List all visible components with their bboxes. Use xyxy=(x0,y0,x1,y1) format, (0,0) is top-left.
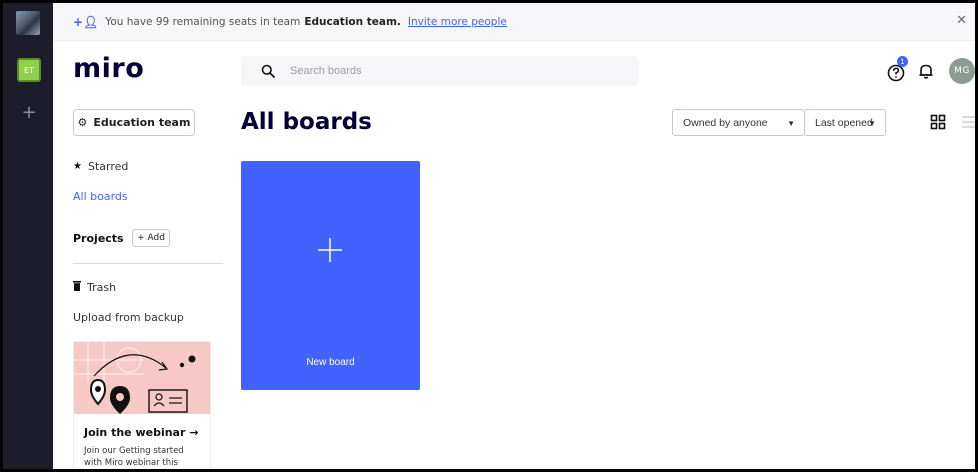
webinar-title[interactable]: Join the webinar → xyxy=(84,426,198,439)
sort-select[interactable]: Last opened ▼ xyxy=(804,109,886,136)
new-board-card[interactable]: New board xyxy=(241,161,420,390)
owner-filter-value: Owned by anyone xyxy=(683,116,768,129)
sort-value: Last opened xyxy=(815,116,873,129)
team-settings-button[interactable]: ⚙ Education team xyxy=(73,109,195,136)
sidebar-divider xyxy=(73,263,223,264)
sidebar-item-label: Upload from backup xyxy=(73,311,184,324)
sidebar-item-label: Trash xyxy=(87,281,117,294)
add-user-icon: +👤︎ xyxy=(73,14,99,29)
chevron-down-icon: ▼ xyxy=(868,119,876,128)
sidebar-item-upload[interactable]: Upload from backup xyxy=(73,311,184,324)
invite-people-link[interactable]: Invite more people xyxy=(408,16,507,28)
page-title: All boards xyxy=(241,109,372,135)
search-bar[interactable] xyxy=(241,56,638,86)
webinar-card[interactable]: Join the webinar → Join our Getting star… xyxy=(73,341,211,469)
sidebar-item-trash[interactable]: Trash xyxy=(73,281,116,294)
left-rail: ET + xyxy=(3,3,53,469)
sidebar-item-starred[interactable]: ★ Starred xyxy=(73,160,128,173)
avatar[interactable]: MG xyxy=(949,58,975,84)
search-input[interactable] xyxy=(290,65,590,77)
sidebar-item-label: Starred xyxy=(87,160,129,173)
team-button-label: Education team xyxy=(93,116,191,129)
banner-team-name: Education team. xyxy=(304,15,401,28)
grid-view-icon[interactable] xyxy=(930,114,946,130)
star-icon: ★ xyxy=(73,161,82,172)
new-board-label: New board xyxy=(306,357,355,368)
webinar-illustration xyxy=(74,342,210,414)
add-team-button[interactable]: + xyxy=(20,104,38,122)
app-window: ET + +👤︎ You have 99 remaining seats in … xyxy=(0,0,978,472)
projects-heading: Projects xyxy=(73,232,124,245)
seats-banner: +👤︎ You have 99 remaining seats in team … xyxy=(53,3,975,41)
miro-logo[interactable]: miro xyxy=(73,53,144,84)
bell-icon[interactable] xyxy=(917,62,935,80)
close-icon[interactable]: ✕ xyxy=(956,13,967,28)
list-view-icon[interactable] xyxy=(961,114,977,130)
gear-icon: ⚙ xyxy=(77,116,88,129)
notification-badge: 1 xyxy=(897,56,908,67)
webinar-text: Join our Getting started with Miro webin… xyxy=(84,446,184,468)
add-project-button[interactable]: + Add xyxy=(132,229,170,247)
plus-icon xyxy=(318,238,342,262)
sidebar-item-label: All boards xyxy=(73,190,128,203)
trash-icon xyxy=(73,281,81,294)
search-icon xyxy=(261,64,275,78)
owner-filter-select[interactable]: Owned by anyone ▼ xyxy=(672,109,805,136)
banner-text: You have 99 remaining seats in team xyxy=(105,15,301,28)
sidebar-item-all-boards[interactable]: All boards xyxy=(73,190,128,203)
chevron-down-icon: ▼ xyxy=(787,119,795,128)
board-thumbnail[interactable] xyxy=(16,11,40,35)
team-switcher[interactable]: ET xyxy=(17,58,41,82)
